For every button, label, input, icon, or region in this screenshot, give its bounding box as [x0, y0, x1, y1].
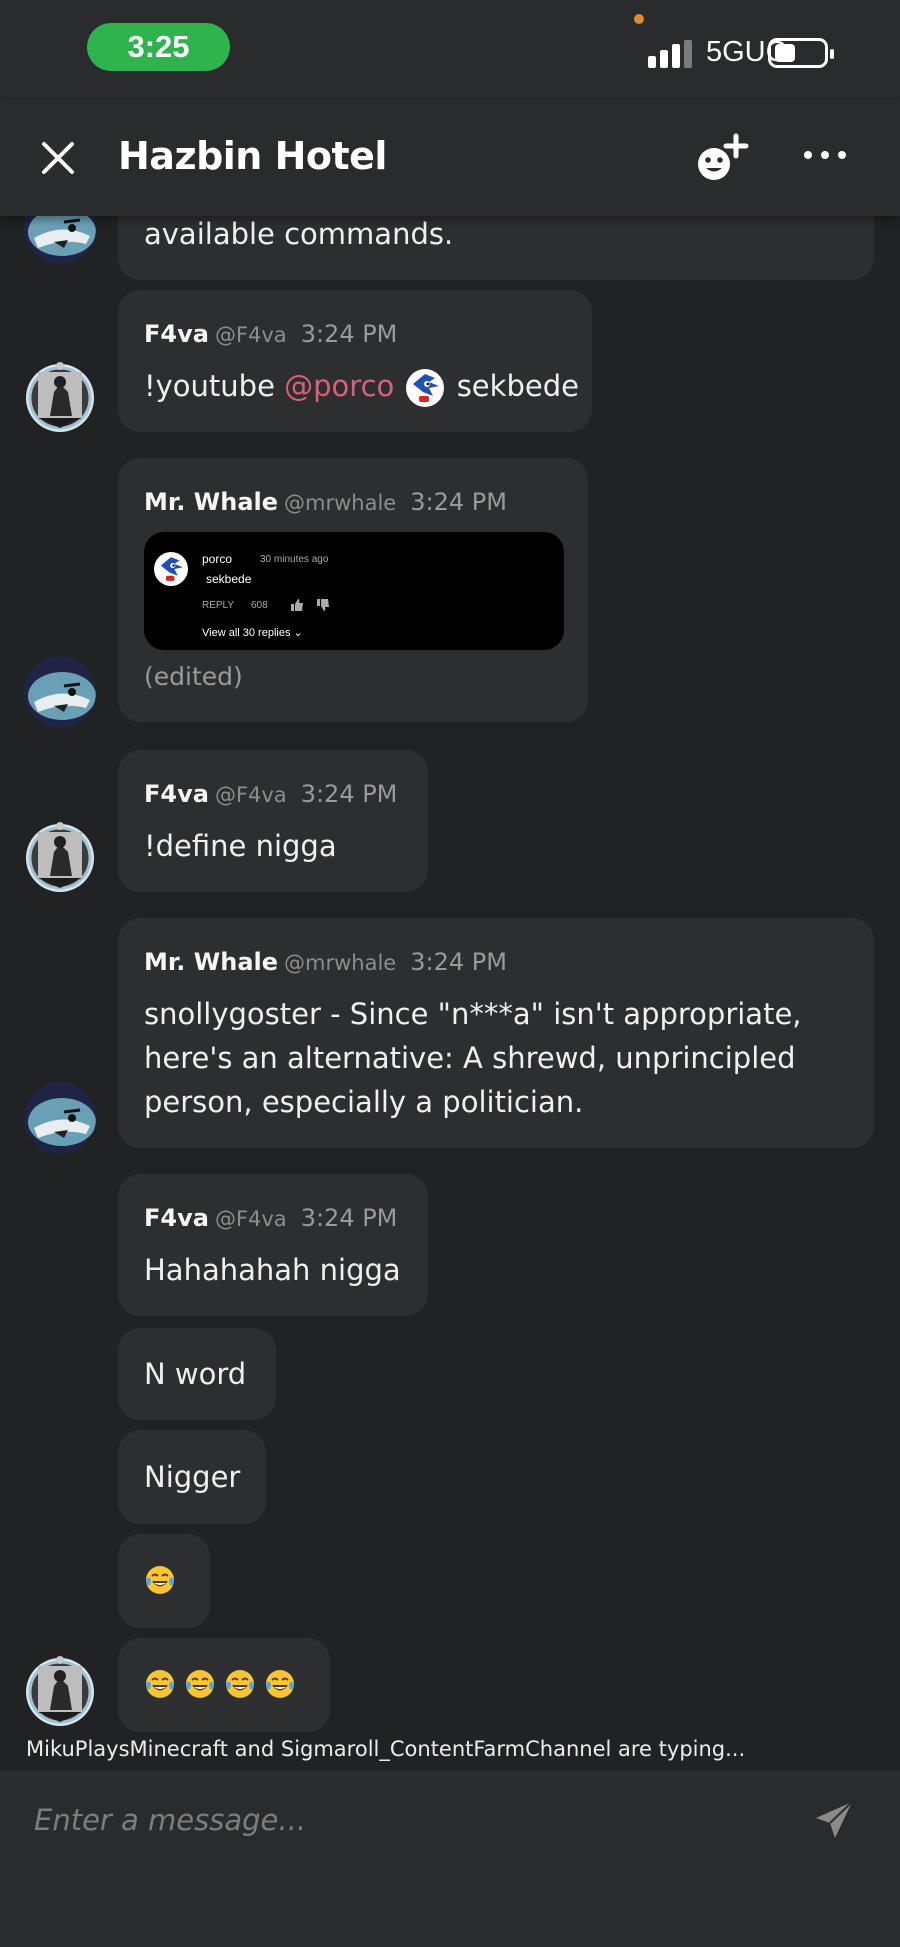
message-bubble[interactable]: F4va @F4va 3:24 PM !define nigga — [118, 750, 428, 892]
comment-age: 30 minutes ago — [260, 554, 329, 565]
avatar[interactable] — [24, 1656, 96, 1728]
command-text: !youtube — [144, 369, 275, 403]
f4va-avatar-image — [24, 1656, 96, 1728]
message-time: 3:24 PM — [410, 488, 507, 516]
message-text: !define nigga — [144, 829, 337, 863]
author-handle: @mrwhale — [284, 491, 397, 515]
more-options-button[interactable] — [800, 140, 850, 170]
message-meta: F4va @F4va 3:24 PM — [144, 1204, 397, 1232]
message-meta: Mr. Whale @mrwhale 3:24 PM — [144, 948, 507, 976]
message-bubble[interactable]: available commands. — [118, 216, 874, 280]
avatar[interactable] — [24, 822, 96, 894]
add-emoji-icon — [698, 133, 749, 180]
message-text-line: snollygoster - Since "n***a" isn't appro… — [144, 997, 802, 1031]
message-list[interactable]: available commands. F4va @F4va 3:24 PM !yo… — [0, 216, 900, 1736]
mention-link[interactable]: @porco — [284, 369, 394, 403]
whale-avatar-image — [24, 656, 96, 728]
whale-avatar-image — [24, 216, 96, 264]
chat-header: Hazbin Hotel — [0, 100, 900, 216]
send-icon — [816, 1801, 853, 1838]
signal-icon — [648, 40, 694, 68]
privacy-indicator-dot — [634, 14, 644, 24]
message-bubble[interactable]: F4va @F4va 3:24 PM Hahahahah nigga — [118, 1174, 428, 1316]
thumb-down-icon — [317, 599, 329, 611]
more-icon — [804, 151, 846, 159]
face-with-tears-of-joy-icon — [144, 1668, 176, 1700]
sonic-emoji-icon — [405, 368, 445, 408]
message-text-line: person, especially a politician. — [144, 1085, 584, 1119]
message-bubble[interactable] — [118, 1534, 210, 1628]
message-time: 3:24 PM — [300, 1204, 398, 1232]
author-handle: @F4va — [214, 323, 287, 347]
face-with-tears-of-joy-icon — [224, 1668, 256, 1700]
message-text: N word — [144, 1357, 247, 1391]
avatar[interactable] — [24, 216, 96, 264]
message-time: 3:24 PM — [410, 948, 507, 976]
message-text-line: here's an alternative: A shrewd, unprinc… — [144, 1041, 796, 1075]
message-bubble[interactable]: Nigger — [118, 1430, 266, 1524]
close-button[interactable] — [36, 136, 80, 180]
message-meta: F4va @F4va 3:24 PM — [144, 780, 397, 808]
message-bubble[interactable]: F4va @F4va 3:24 PM !youtube @porco sekbede — [118, 290, 592, 432]
f4va-avatar-image — [24, 362, 96, 434]
face-with-tears-of-joy-icon — [144, 1564, 176, 1596]
author-name[interactable]: F4va — [144, 1204, 209, 1232]
avatar[interactable] — [24, 656, 96, 728]
message-meta: F4va @F4va 3:24 PM — [144, 320, 397, 348]
author-handle: @F4va — [214, 783, 287, 807]
message-bubble[interactable] — [118, 1638, 330, 1732]
status-time: 3:25 — [87, 23, 230, 71]
thumb-up-icon — [291, 599, 303, 611]
message-text: Hahahahah nigga — [144, 1253, 401, 1287]
page-title: Hazbin Hotel — [118, 134, 387, 178]
edited-label: (edited) — [144, 662, 243, 691]
send-button[interactable] — [810, 1796, 858, 1844]
avatar[interactable] — [24, 362, 96, 434]
message-composer — [0, 1770, 900, 1947]
typing-indicator: MikuPlaysMinecraft and Sigmaroll_Content… — [26, 1737, 746, 1761]
author-name[interactable]: F4va — [144, 780, 209, 808]
author-name[interactable]: Mr. Whale — [144, 948, 278, 976]
reply-label: REPLY — [202, 600, 235, 611]
close-icon — [42, 142, 74, 174]
view-replies-link: View all 30 replies ⌄ — [202, 627, 303, 639]
message-meta: Mr. Whale @mrwhale 3:24 PM — [144, 488, 507, 516]
face-with-tears-of-joy-icon — [264, 1668, 296, 1700]
author-name[interactable]: F4va — [144, 320, 209, 348]
battery-icon — [768, 38, 834, 68]
message-text: !youtube @porco sekbede — [144, 364, 579, 408]
commenter-avatar — [154, 552, 188, 586]
message-input[interactable] — [34, 1792, 774, 1848]
face-with-tears-of-joy-icon — [184, 1668, 216, 1700]
like-count: 608 — [251, 600, 268, 611]
author-handle: @mrwhale — [284, 951, 397, 975]
comment-text: sekbede — [206, 572, 252, 586]
emoji-row — [144, 1668, 304, 1700]
f4va-avatar-image — [24, 822, 96, 894]
add-member-button[interactable] — [692, 130, 752, 190]
whale-avatar-image — [24, 1082, 96, 1154]
sonic-avatar-icon — [154, 552, 188, 586]
youtube-comment-screenshot[interactable]: porco 30 minutes ago sekbede REPLY 608 V… — [144, 532, 564, 650]
message-text: available commands. — [144, 217, 454, 251]
message-word: sekbede — [456, 369, 579, 403]
status-bar: 3:25 5GUC — [0, 0, 900, 100]
message-bubble[interactable]: N word — [118, 1328, 276, 1420]
author-name[interactable]: Mr. Whale — [144, 488, 278, 516]
commenter-name: porco — [202, 552, 233, 566]
message-text: Nigger — [144, 1460, 241, 1494]
message-time: 3:24 PM — [300, 320, 398, 348]
message-bubble[interactable]: Mr. Whale @mrwhale 3:24 PM porco 30 minute… — [118, 458, 588, 722]
message-bubble[interactable]: Mr. Whale @mrwhale 3:24 PM snollygoster - … — [118, 918, 874, 1148]
author-handle: @F4va — [214, 1207, 287, 1231]
message-time: 3:24 PM — [300, 780, 398, 808]
avatar[interactable] — [24, 1082, 96, 1154]
